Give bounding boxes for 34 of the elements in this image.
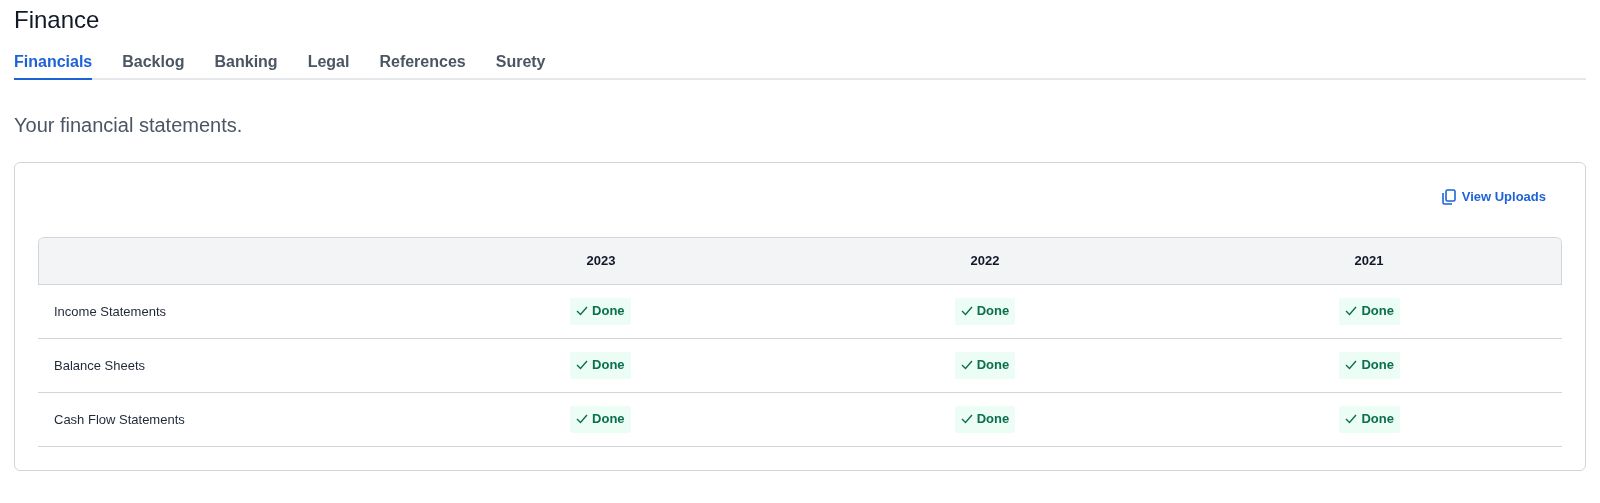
column-header: 2021 (1354, 251, 1384, 270)
status-badge: Done (570, 351, 631, 379)
tab[interactable]: Legal (307, 50, 350, 80)
check-icon (1345, 414, 1358, 424)
row-label: Income Statements (54, 304, 166, 319)
copy-icon (1441, 188, 1456, 205)
check-icon (576, 414, 589, 424)
check-icon (576, 306, 589, 316)
page-subtitle: Your financial statements. (14, 113, 244, 138)
check-icon (960, 414, 973, 424)
row-label: Balance Sheets (54, 358, 146, 373)
check-icon (1345, 360, 1358, 370)
page-title: Finance (14, 5, 101, 35)
check-icon (960, 306, 973, 316)
status-badge: Done (1339, 405, 1400, 433)
status-badge: Done (954, 297, 1016, 325)
column-header: 2022 (970, 251, 1000, 270)
check-icon (576, 360, 589, 370)
status-badge: Done (954, 351, 1016, 379)
tab[interactable]: Financials (14, 50, 93, 80)
tab[interactable]: References (379, 50, 466, 80)
tab[interactable]: Surety (495, 50, 546, 80)
view-uploads-link[interactable]: View Uploads (1441, 187, 1546, 207)
status-badge: Done (1339, 297, 1400, 325)
check-icon (1345, 306, 1358, 316)
tab[interactable]: Banking (214, 50, 278, 80)
status-badge: Done (954, 405, 1016, 433)
status-badge: Done (1339, 351, 1400, 379)
tab[interactable]: Backlog (122, 50, 185, 80)
status-badge: Done (570, 405, 631, 433)
status-badge: Done (570, 297, 631, 325)
row-label: Cash Flow Statements (54, 412, 185, 427)
column-header: 2023 (586, 251, 616, 270)
check-icon (960, 360, 973, 370)
